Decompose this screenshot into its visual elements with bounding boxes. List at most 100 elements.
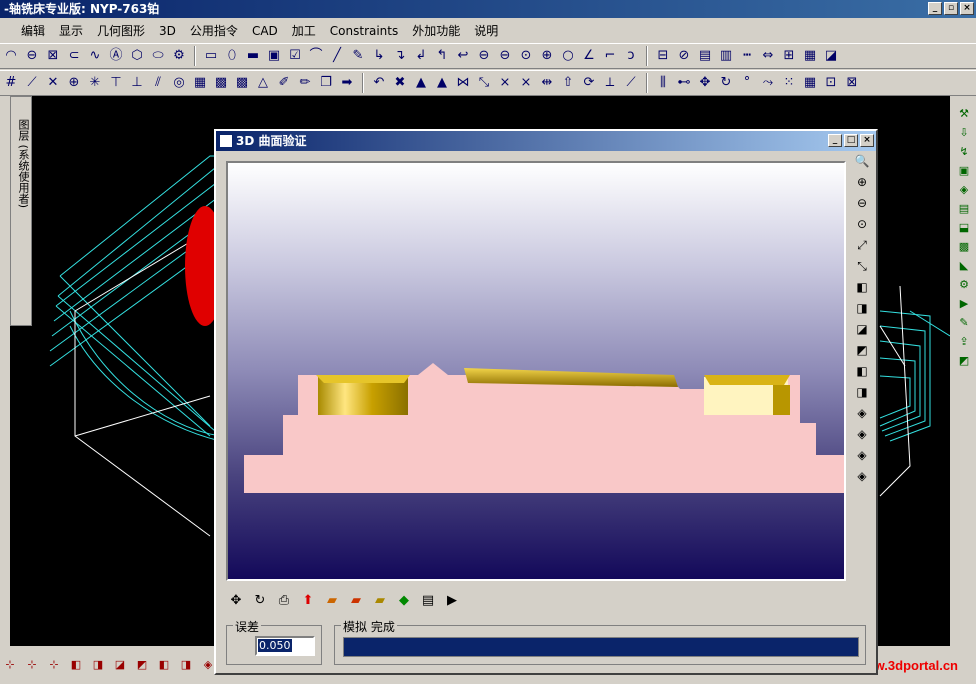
hatch-red-icon[interactable]: ▩ xyxy=(233,74,251,92)
roughing-icon[interactable]: ▩ xyxy=(956,239,972,255)
break-icon[interactable]: ↲ xyxy=(412,47,430,65)
arc-3pt-icon[interactable]: ⌒ xyxy=(307,47,325,65)
grid-2-icon[interactable]: ▦ xyxy=(801,74,819,92)
dialog-maximize-button[interactable]: □ xyxy=(844,134,858,147)
color-scale-icon[interactable]: ▤ xyxy=(418,591,438,611)
view-bottom-cube-icon[interactable]: ◩ xyxy=(854,342,870,358)
stock-icon[interactable]: ▰ xyxy=(322,591,342,611)
line-icon[interactable]: ╱ xyxy=(328,47,346,65)
trim-icon[interactable]: ↳ xyxy=(370,47,388,65)
angle-icon[interactable]: ∠ xyxy=(580,47,598,65)
axis-icon[interactable]: ⊹ xyxy=(2,658,18,672)
oval-icon[interactable]: ⬯ xyxy=(223,47,241,65)
finishing-icon[interactable]: ◣ xyxy=(956,258,972,274)
measure-icon[interactable]: ⊞ xyxy=(780,47,798,65)
iso-cube-4-icon[interactable]: ◈ xyxy=(854,468,870,484)
dashed-line-icon[interactable]: ┅ xyxy=(738,47,756,65)
frame-icon[interactable]: ▣ xyxy=(265,47,283,65)
minimize-button[interactable]: _ xyxy=(928,2,942,15)
pocket-icon[interactable]: ▣ xyxy=(956,163,972,179)
menu-utility[interactable]: 公用指令 xyxy=(183,20,245,42)
split-icon[interactable]: ⨯ xyxy=(496,74,514,92)
power-icon[interactable]: ° xyxy=(738,74,756,92)
gear-icon[interactable]: ⚙ xyxy=(170,47,188,65)
menu-constraints[interactable]: Constraints xyxy=(323,20,405,42)
spiral-icon[interactable]: ↯ xyxy=(956,144,972,160)
view-bottom-icon[interactable]: ◩ xyxy=(134,658,150,672)
3d-icon[interactable]: ◩ xyxy=(956,353,972,369)
hook-icon[interactable]: ɔ xyxy=(622,47,640,65)
join-icon[interactable]: ↰ xyxy=(433,47,451,65)
grid-icon[interactable]: ▦ xyxy=(801,47,819,65)
up-arrow-icon[interactable]: ▲ xyxy=(412,74,430,92)
iso-cube-2-icon[interactable]: ◈ xyxy=(854,426,870,442)
perpendicular-icon[interactable]: ⊥ xyxy=(128,74,146,92)
dim-icon[interactable]: ⇔ xyxy=(759,47,777,65)
view-back-cube-icon[interactable]: ◨ xyxy=(854,300,870,316)
undo-icon[interactable]: ↶ xyxy=(370,74,388,92)
hexagon-icon[interactable]: ⬡ xyxy=(128,47,146,65)
iso-cube-1-icon[interactable]: ◈ xyxy=(854,405,870,421)
circle-minus-2-icon[interactable]: ⊖ xyxy=(496,47,514,65)
up-arrow-2-icon[interactable]: ▲ xyxy=(433,74,451,92)
wrench-icon[interactable]: ⚒ xyxy=(956,106,972,122)
align-icon[interactable]: ⫼ xyxy=(654,74,672,92)
zoom-out-icon[interactable]: ⊖ xyxy=(854,195,870,211)
cross-diag-icon[interactable]: ✕ xyxy=(44,74,62,92)
layer-icon[interactable]: ▤ xyxy=(696,47,714,65)
axis-2-icon[interactable]: ⊹ xyxy=(24,658,40,672)
menu-addons[interactable]: 外加功能 xyxy=(405,20,467,42)
circle-plus-icon[interactable]: ⊕ xyxy=(538,47,556,65)
save-view-icon[interactable]: ▥ xyxy=(717,47,735,65)
triangle-icon[interactable]: △ xyxy=(254,74,272,92)
circle-minus-icon[interactable]: ⊖ xyxy=(475,47,493,65)
array-icon[interactable]: ⊷ xyxy=(675,74,693,92)
extend-icon[interactable]: ↴ xyxy=(391,47,409,65)
offset-icon[interactable]: ↩ xyxy=(454,47,472,65)
layer-panel[interactable]: 图层 (系统使用者) xyxy=(10,96,32,326)
menu-machining[interactable]: 加工 xyxy=(285,20,323,42)
color-cube-icon[interactable]: ◆ xyxy=(394,591,414,611)
zoom-window-icon[interactable]: ⊡ xyxy=(822,74,840,92)
curve-icon[interactable]: ⌐ xyxy=(601,47,619,65)
arrow-right-icon[interactable]: ➡ xyxy=(338,74,356,92)
drill-icon[interactable]: ⇩ xyxy=(956,125,972,141)
edit-path-icon[interactable]: ✎ xyxy=(956,315,972,331)
view-right-cube-icon[interactable]: ◨ xyxy=(854,384,870,400)
play-icon[interactable]: ▶ xyxy=(442,591,462,611)
post-icon[interactable]: ⇪ xyxy=(956,334,972,350)
view-left-icon[interactable]: ◧ xyxy=(156,658,172,672)
zoom-fit-icon[interactable]: ⊙ xyxy=(854,216,870,232)
dialog-close-button[interactable]: × xyxy=(860,134,874,147)
tangent-icon[interactable]: ◎ xyxy=(170,74,188,92)
diagonal-icon[interactable]: ⟋ xyxy=(23,74,41,92)
mirror-2-icon[interactable]: ⟂ xyxy=(601,74,619,92)
box-icon[interactable]: ⊠ xyxy=(44,47,62,65)
calendar-icon[interactable]: ☑ xyxy=(286,47,304,65)
zoom-in-icon[interactable]: ⊕ xyxy=(854,174,870,190)
pen-icon[interactable]: ✐ xyxy=(275,74,293,92)
menu-display[interactable]: 显示 xyxy=(52,20,90,42)
fillet-icon[interactable]: ⊂ xyxy=(65,47,83,65)
view-front-icon[interactable]: ◧ xyxy=(68,658,84,672)
point-grid-icon[interactable]: ⁙ xyxy=(780,74,798,92)
view-back-icon[interactable]: ◨ xyxy=(90,658,106,672)
menu-geometry[interactable]: 几何图形 xyxy=(90,20,152,42)
scale-icon[interactable]: ⤡ xyxy=(475,74,493,92)
simulation-viewport[interactable] xyxy=(226,161,846,581)
chamfer-icon[interactable]: ⟋ xyxy=(622,74,640,92)
tool-icon[interactable]: ⚙ xyxy=(956,277,972,293)
face-icon[interactable]: ▤ xyxy=(956,201,972,217)
grid-pattern-icon[interactable]: ▦ xyxy=(191,74,209,92)
restore-button[interactable]: ▫ xyxy=(944,2,958,15)
pencil-icon[interactable]: ✏ xyxy=(296,74,314,92)
stock-cut-icon[interactable]: ▰ xyxy=(346,591,366,611)
move-up-icon[interactable]: ⇧ xyxy=(559,74,577,92)
axis-3-icon[interactable]: ⊹ xyxy=(46,658,62,672)
view-top-icon[interactable]: ◪ xyxy=(112,658,128,672)
view-front-cube-icon[interactable]: ◧ xyxy=(854,279,870,295)
stock-compare-icon[interactable]: ▰ xyxy=(370,591,390,611)
slot-mill-icon[interactable]: ⬓ xyxy=(956,220,972,236)
menu-cad[interactable]: CAD xyxy=(245,20,285,42)
hatch-yellow-icon[interactable]: ▩ xyxy=(212,74,230,92)
